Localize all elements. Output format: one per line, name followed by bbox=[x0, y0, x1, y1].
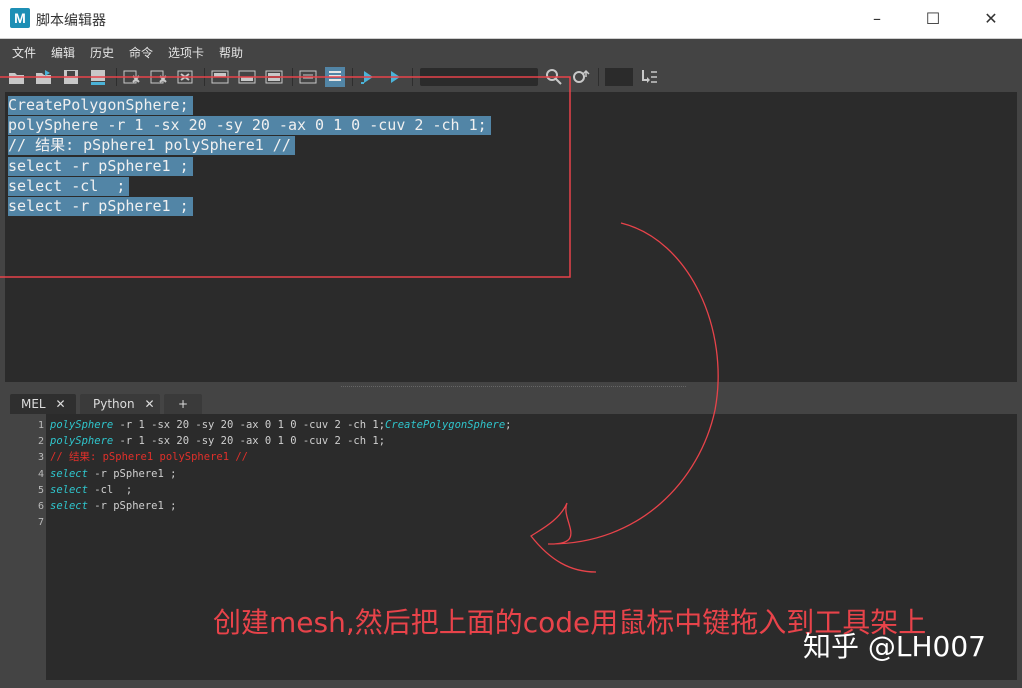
drag-arrow bbox=[530, 222, 719, 573]
highlight-box bbox=[0, 76, 571, 278]
watermark: 知乎 @LH007 bbox=[803, 630, 986, 663]
annotation-overlay bbox=[0, 76, 719, 573]
